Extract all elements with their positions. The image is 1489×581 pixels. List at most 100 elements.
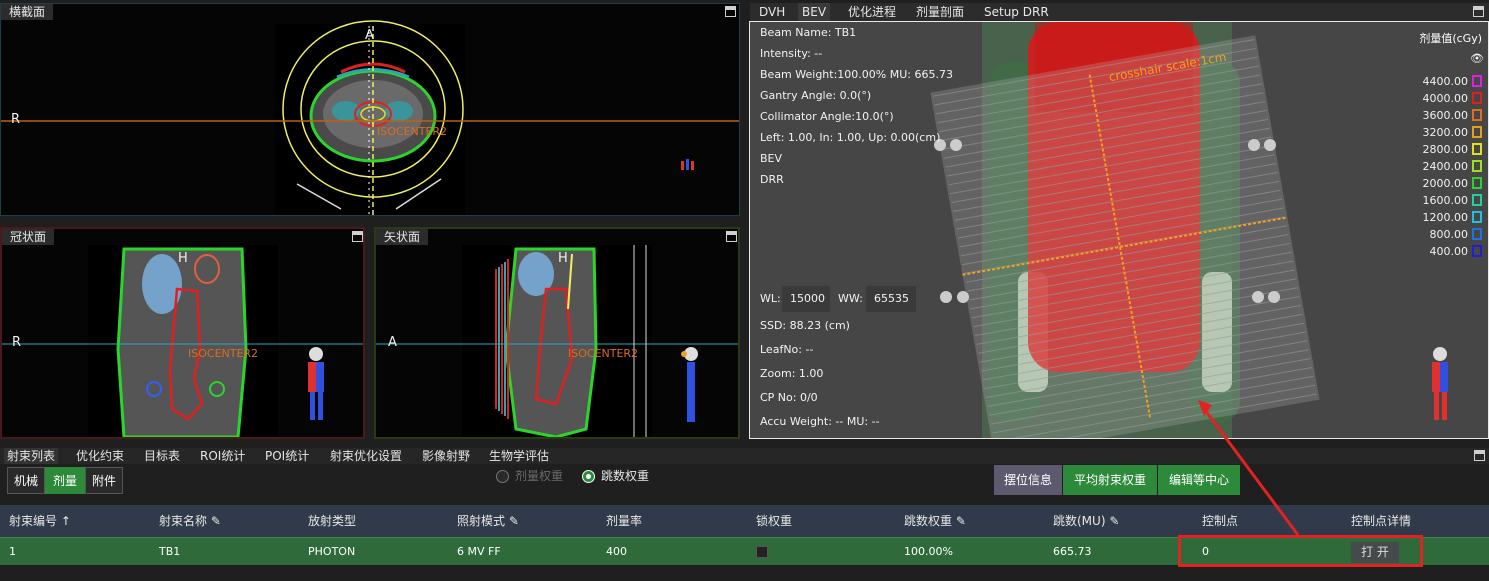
tab-portal-image[interactable]: 影像射野	[419, 448, 473, 464]
radio-label: 跳数权重	[601, 469, 650, 483]
isocenter-label: ISOCENTER2	[377, 125, 448, 138]
dose-level-item[interactable]: 3200.00	[1423, 125, 1482, 139]
isocenter-label: ISOCENTER2	[568, 347, 639, 360]
dose-level-swatch	[1472, 143, 1482, 155]
dose-level-item[interactable]: 4400.00	[1423, 74, 1482, 88]
dose-level-item[interactable]: 800.00	[1429, 227, 1482, 241]
leaf-no: LeafNo: --	[760, 343, 814, 356]
cell-type: PHOTON	[308, 545, 356, 558]
tab-beam-opt-settings[interactable]: 射束优化设置	[327, 448, 405, 464]
cp-no: CP No: 0/0	[760, 391, 818, 404]
radio-dose-weight[interactable]: 剂量权重	[496, 469, 563, 483]
tab-beam-list[interactable]: 射束列表	[4, 448, 59, 464]
dose-level-item[interactable]: 400.00	[1429, 244, 1482, 258]
tab-opt-constraints[interactable]: 优化约束	[73, 448, 127, 464]
dose-level-item[interactable]: 1600.00	[1423, 193, 1482, 207]
col-lock-weight[interactable]: 锁权重	[756, 505, 792, 537]
tab-bev[interactable]: BEV	[798, 3, 831, 21]
ssd: SSD: 88.23 (cm)	[760, 319, 850, 332]
cell-rate: 400	[606, 545, 627, 558]
accu-weight: Accu Weight: -- MU: --	[760, 415, 880, 428]
dose-level-label: 2400.00	[1422, 159, 1469, 173]
collimator-angle: Collimator Angle:10.0(°)	[760, 110, 894, 123]
tab-objectives[interactable]: 目标表	[141, 448, 183, 464]
jaw-positions: Left: 1.00, In: 1.00, Up: 0.00(cm)	[760, 131, 941, 144]
cell-mu: 665.73	[1053, 545, 1092, 558]
beam-weight: Beam Weight:100.00% MU: 665.73	[760, 68, 953, 81]
right-tab-bar: DVH BEV 优化进程 剂量剖面 Setup DRR	[750, 3, 1489, 21]
tab-dose-profile[interactable]: 剂量剖面	[912, 3, 968, 21]
dose-level-item[interactable]: 2000.00	[1422, 176, 1482, 190]
seg-dose[interactable]: 剂量	[45, 467, 85, 494]
mode-drr: DRR	[760, 173, 784, 186]
col-beam-name[interactable]: 射束名称 ✎	[159, 505, 221, 537]
tab-poi-stats[interactable]: POI统计	[262, 448, 312, 464]
setup-info-button[interactable]: 摆位信息	[994, 465, 1062, 495]
bottom-tab-bar: 射束列表 优化约束 目标表 ROI统计 POI统计 射束优化设置 影像射野 生物…	[0, 448, 1489, 464]
col-mode[interactable]: 照射模式 ✎	[457, 505, 519, 537]
axial-view[interactable]: 横截面 A R ISOCENTER2	[0, 3, 740, 216]
tab-optimization-progress[interactable]: 优化进程	[844, 3, 900, 21]
col-dose-rate[interactable]: 剂量率	[606, 505, 642, 537]
dose-level-label: 2000.00	[1422, 176, 1469, 190]
dose-level-swatch	[1472, 194, 1482, 206]
edit-isocenter-button[interactable]: 编辑等中心	[1158, 465, 1240, 495]
sagittal-view[interactable]: 矢状面 H A ISOCENTER2	[374, 227, 740, 439]
cell-name: TB1	[159, 545, 181, 558]
col-radiation-type[interactable]: 放射类型	[308, 505, 356, 537]
mode-bev: BEV	[760, 152, 783, 165]
cell-mode: 6 MV FF	[457, 545, 501, 558]
cell-id: 1	[9, 545, 16, 558]
ww-label: WW:	[838, 292, 863, 305]
radio-mu-weight[interactable]: 跳数权重	[582, 469, 649, 483]
seg-machine[interactable]: 机械	[7, 467, 45, 494]
maximize-icon[interactable]	[352, 231, 363, 242]
tab-roi-stats[interactable]: ROI统计	[197, 448, 248, 464]
dose-level-label: 800.00	[1429, 227, 1469, 241]
dose-level-swatch	[1472, 109, 1482, 121]
maximize-icon[interactable]	[726, 231, 737, 242]
maximize-icon[interactable]	[1473, 6, 1484, 17]
head-label: H	[178, 251, 188, 266]
maximize-icon[interactable]	[725, 6, 736, 17]
col-mu-weight[interactable]: 跳数权重 ✎	[904, 505, 966, 537]
intensity: Intensity: --	[760, 47, 823, 60]
right-label: R	[12, 335, 22, 350]
coronal-view[interactable]: 冠状面 H R ISOCENTER2	[0, 227, 365, 439]
dose-level-item[interactable]: 1200.00	[1422, 210, 1482, 224]
edit-icon: ✎	[955, 514, 966, 528]
dose-level-item[interactable]: 4000.00	[1423, 91, 1482, 105]
dose-level-item[interactable]: 2800.00	[1423, 142, 1482, 156]
dose-level-item[interactable]: 3600.00	[1423, 108, 1482, 122]
app-root: 横截面 A R ISOCENTER2 冠状面 H R ISOCENTER2 矢状…	[0, 0, 1489, 581]
highlight-box	[1178, 535, 1423, 567]
ww-input[interactable]: 65535	[866, 286, 916, 312]
tab-setup-drr[interactable]: Setup DRR	[980, 3, 1053, 21]
col-control-points[interactable]: 控制点	[1202, 505, 1238, 537]
dose-level-swatch	[1472, 92, 1482, 104]
table-header: 射束编号 ↑ 射束名称 ✎ 放射类型 照射模式 ✎ 剂量率 锁权重 跳数权重 ✎…	[0, 505, 1489, 537]
dose-level-label: 400.00	[1429, 244, 1469, 258]
dose-level-item[interactable]: 2400.00	[1422, 159, 1482, 173]
beam-name: Beam Name: TB1	[760, 26, 857, 39]
coronal-title: 冠状面	[2, 229, 55, 245]
maximize-icon[interactable]	[1474, 450, 1485, 461]
col-beam-id[interactable]: 射束编号 ↑	[9, 505, 71, 537]
tab-bio-eval[interactable]: 生物学评估	[486, 448, 552, 464]
edit-icon: ✎	[508, 514, 519, 528]
anterior-label: A	[365, 28, 374, 43]
avg-beam-weight-button[interactable]: 平均射束权重	[1063, 465, 1157, 495]
seg-accessory[interactable]: 附件	[85, 467, 123, 494]
dose-level-label: 1200.00	[1422, 210, 1469, 224]
bev-view[interactable]: Beam Name: TB1 Intensity: -- Beam Weight…	[749, 21, 1489, 439]
eye-icon[interactable]: 👁	[1470, 52, 1484, 65]
wl-input[interactable]: 15000	[782, 286, 830, 312]
col-cp-detail[interactable]: 控制点详情	[1351, 505, 1411, 537]
radio-icon	[496, 469, 509, 483]
col-mu[interactable]: 跳数(MU) ✎	[1053, 505, 1119, 537]
dose-level-swatch	[1472, 126, 1482, 138]
cell-weight: 100.00%	[904, 545, 953, 558]
tab-dvh[interactable]: DVH	[755, 3, 789, 21]
sagittal-title: 矢状面	[376, 229, 429, 245]
lock-weight-checkbox[interactable]	[756, 546, 768, 558]
